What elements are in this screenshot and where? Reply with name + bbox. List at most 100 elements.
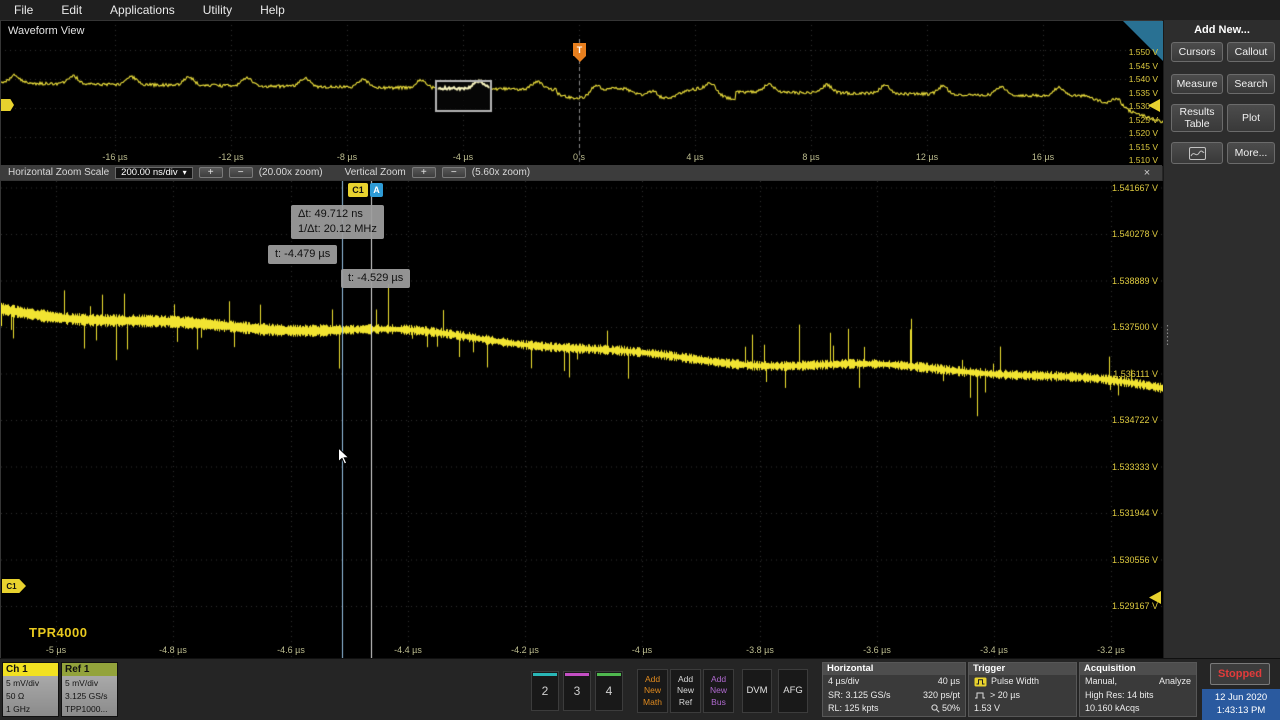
panel-splitter-handle[interactable]: ⋮⋮	[1162, 325, 1173, 347]
zoom-y-tick: 1.530556 V	[1112, 555, 1158, 565]
zoom-percentage: 50%	[942, 702, 960, 716]
overview-x-tick: 4 µs	[686, 152, 703, 162]
channel-2-color-strip	[533, 673, 557, 676]
zoom-x-tick: -3.6 µs	[863, 645, 891, 655]
zoom-waveform-canvas[interactable]	[1, 181, 1163, 659]
h-zoom-out-button[interactable]: −	[229, 167, 253, 178]
add-plot-button[interactable]: Plot	[1227, 104, 1275, 132]
close-icon[interactable]: ×	[1140, 167, 1154, 179]
channel-1-badge[interactable]: Ch 1 5 mV/div 50 Ω 1 GHz	[2, 662, 59, 717]
mouse-cursor	[337, 447, 350, 466]
overview-waveform-panel[interactable]: T -16 µs -12 µs -8 µs -4 µs 0 s 4 µs 8 µ…	[0, 20, 1162, 165]
add-results-table-button[interactable]: Results Table	[1171, 104, 1223, 132]
overview-y-tick: 1.525 V	[1129, 115, 1158, 125]
acquisition-resolution: High Res: 14 bits	[1085, 689, 1154, 703]
horizontal-window: 40 µs	[938, 675, 960, 689]
zoom-y-tick: 1.536111 V	[1113, 369, 1158, 379]
run-stop-status-button[interactable]: Stopped	[1210, 663, 1270, 685]
zoom-y-tick: 1.540278 V	[1112, 229, 1158, 239]
ref-1-sample-rate: 3.125 GS/s	[65, 690, 114, 703]
zoom-y-tick: 1.541667 V	[1112, 183, 1158, 193]
menu-help[interactable]: Help	[260, 3, 285, 17]
zoom-y-tick: 1.538889 V	[1112, 276, 1158, 286]
zoom-toolbar: Horizontal Zoom Scale 200.00 ns/div ▾ + …	[0, 165, 1162, 180]
cursor-source-badge[interactable]: C1	[348, 183, 368, 197]
overview-x-tick: 12 µs	[916, 152, 938, 162]
menu-applications[interactable]: Applications	[110, 3, 175, 17]
overview-x-tick: 16 µs	[1032, 152, 1054, 162]
horizontal-scale: 4 µs/div	[828, 675, 859, 689]
zoom-x-tick: -3.4 µs	[980, 645, 1008, 655]
channel-2-label: 2	[542, 684, 549, 698]
h-zoom-in-button[interactable]: +	[199, 167, 223, 178]
inverse-delta-t-value: 1/Δt: 20.12 MHz	[298, 222, 377, 237]
add-new-bus-button[interactable]: Add New Bus	[703, 669, 734, 713]
h-zoom-scale-label: Horizontal Zoom Scale	[8, 167, 109, 178]
cursor-a-badge[interactable]: A	[370, 183, 383, 197]
acquisition-mode: Manual,	[1085, 675, 1117, 689]
date-time-display[interactable]: 12 Jun 2020 1:43:13 PM	[1202, 689, 1280, 720]
trigger-pulse-icon	[974, 677, 987, 687]
dvm-button[interactable]: DVM	[742, 669, 772, 713]
analysis-tool-button[interactable]	[1171, 142, 1223, 164]
trigger-arrow-icon	[574, 56, 586, 62]
zoom-y-tick: 1.533333 V	[1112, 462, 1158, 472]
menu-file[interactable]: File	[14, 3, 33, 17]
channel-4-color-strip	[597, 673, 621, 676]
overview-x-tick: -4 µs	[453, 152, 473, 162]
trigger-type: Pulse Width	[991, 675, 1039, 689]
trigger-condition: > 20 µs	[990, 689, 1020, 703]
ref-1-scale: 5 mV/div	[65, 677, 114, 690]
overview-x-tick: -12 µs	[218, 152, 243, 162]
h-zoom-scale-value: 200.00 ns/div	[121, 167, 178, 178]
horizontal-settings-panel[interactable]: Horizontal 4 µs/div 40 µs SR: 3.125 GS/s…	[822, 662, 966, 717]
menu-utility[interactable]: Utility	[203, 3, 232, 17]
add-new-math-button[interactable]: Add New Math	[637, 669, 668, 713]
zoom-x-tick: -4.2 µs	[511, 645, 539, 655]
trigger-settings-panel[interactable]: Trigger Pulse Width > 20 µs 1.53 V	[968, 662, 1077, 717]
add-cursors-button[interactable]: Cursors	[1171, 42, 1223, 62]
channel-3-label: 3	[574, 684, 581, 698]
zoom-x-tick: -3.2 µs	[1097, 645, 1125, 655]
zoom-y-tick: 1.531944 V	[1112, 508, 1158, 518]
overview-x-tick: 8 µs	[802, 152, 819, 162]
menu-bar: File Edit Applications Utility Help	[0, 0, 1280, 20]
cursor-b-time-readout: t: -4.479 µs	[268, 245, 337, 264]
trigger-level: 1.53 V	[974, 702, 1000, 716]
add-search-button[interactable]: Search	[1227, 74, 1275, 94]
waveform-magnifier-icon	[1189, 147, 1206, 160]
channel-2-button[interactable]: 2	[531, 671, 559, 711]
overview-y-tick: 1.530 V	[1129, 101, 1158, 111]
channel-4-button[interactable]: 4	[595, 671, 623, 711]
zoom-waveform-panel[interactable]: C1 A Δt: 49.712 ns 1/Δt: 20.12 MHz t: -4…	[0, 180, 1162, 658]
ref-1-badge[interactable]: Ref 1 5 mV/div 3.125 GS/s TPP1000...	[61, 662, 118, 717]
channel-1-scale: 5 mV/div	[6, 677, 55, 690]
menu-edit[interactable]: Edit	[61, 3, 82, 17]
add-new-ref-button[interactable]: Add New Ref	[670, 669, 701, 713]
bottom-settings-bar: Ch 1 5 mV/div 50 Ω 1 GHz Ref 1 5 mV/div …	[0, 658, 1280, 720]
more-button[interactable]: More...	[1227, 142, 1275, 164]
channel-3-button[interactable]: 3	[563, 671, 591, 711]
add-measure-button[interactable]: Measure	[1171, 74, 1223, 94]
v-zoom-factor-label: (5.60x zoom)	[472, 167, 530, 178]
trigger-t-icon: T	[573, 43, 586, 56]
trigger-marker[interactable]: T	[573, 43, 586, 62]
acquisition-settings-panel[interactable]: Acquisition Manual, Analyze High Res: 14…	[1079, 662, 1197, 717]
overview-y-tick: 1.545 V	[1129, 61, 1158, 71]
cursor-a-time-readout: t: -4.529 µs	[341, 269, 410, 288]
time-value: 1:43:13 PM	[1202, 704, 1280, 717]
v-zoom-out-button[interactable]: −	[442, 167, 466, 178]
overview-y-tick: 1.535 V	[1129, 88, 1158, 98]
zoom-y-tick: 1.529167 V	[1112, 601, 1158, 611]
add-callout-button[interactable]: Callout	[1227, 42, 1275, 62]
zoom-magnifier-icon	[931, 704, 940, 713]
zoom-x-tick: -4.6 µs	[277, 645, 305, 655]
h-zoom-scale-dropdown[interactable]: 200.00 ns/div ▾	[115, 167, 193, 179]
afg-button[interactable]: AFG	[778, 669, 808, 713]
overview-y-tick: 1.540 V	[1129, 74, 1158, 84]
channel-1-bandwidth: 1 GHz	[6, 703, 55, 716]
horizontal-sample-rate: SR: 3.125 GS/s	[828, 689, 891, 703]
horizontal-panel-title: Horizontal	[823, 663, 965, 675]
v-zoom-in-button[interactable]: +	[412, 167, 436, 178]
overview-x-tick: -8 µs	[337, 152, 357, 162]
